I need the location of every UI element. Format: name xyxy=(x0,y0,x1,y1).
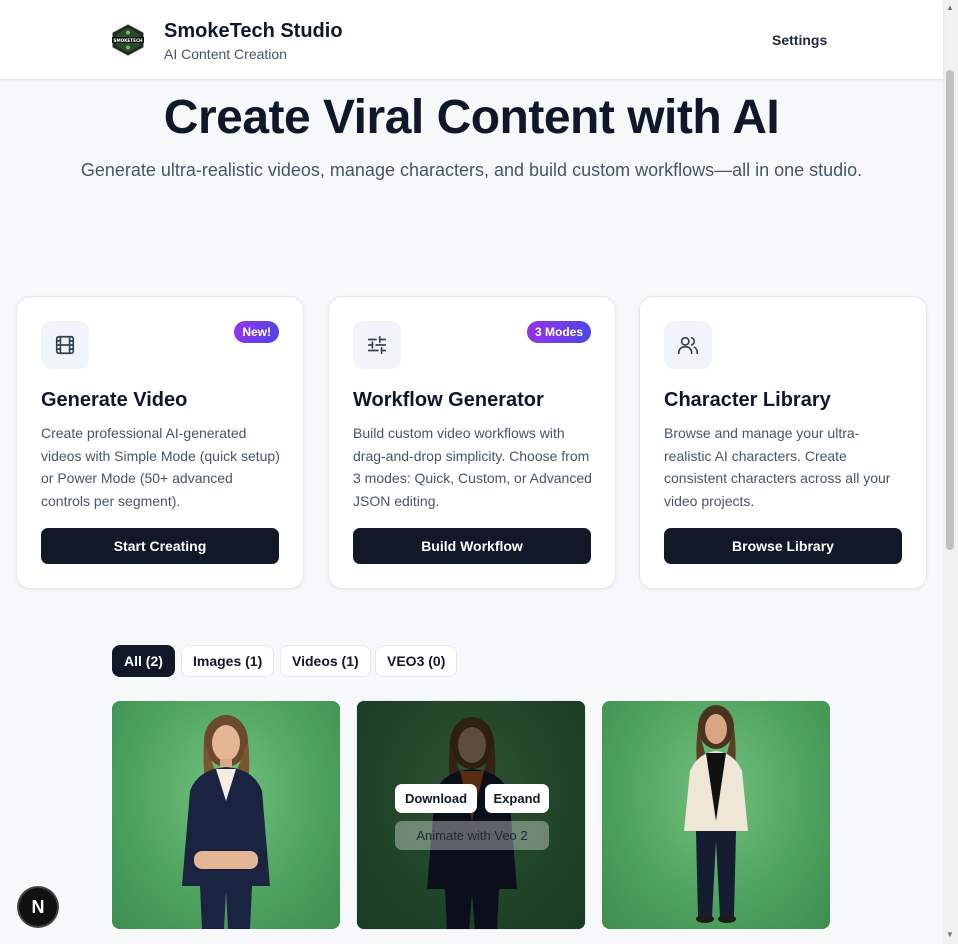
gallery-item-image-1[interactable] xyxy=(112,701,340,929)
woman-navy-suit-image xyxy=(182,715,270,929)
animate-with-veo-button[interactable]: Animate with Veo 2 xyxy=(395,821,549,850)
woman-white-blazer-image xyxy=(684,705,748,923)
settings-link[interactable]: Settings xyxy=(772,32,827,48)
card-character-library: Character Library Browse and manage your… xyxy=(639,296,927,589)
card-description: Browse and manage your ultra-realistic A… xyxy=(664,425,891,509)
browse-library-button[interactable]: Browse Library xyxy=(664,528,902,564)
nextjs-dev-badge[interactable]: N xyxy=(19,888,57,926)
film-icon xyxy=(41,321,89,369)
hero-title: Create Viral Content with AI xyxy=(163,91,780,144)
scroll-down-icon[interactable]: ▼ xyxy=(946,931,954,939)
gallery-item-video-1[interactable]: Download Expand Animate with Veo 2 xyxy=(356,700,586,930)
filter-all[interactable]: All (2) xyxy=(112,645,175,677)
filter-images[interactable]: Images (1) xyxy=(181,645,275,677)
card-title: Character Library xyxy=(664,389,831,411)
scrollbar-thumb[interactable] xyxy=(946,70,954,550)
card-title: Workflow Generator xyxy=(353,389,544,411)
build-workflow-button[interactable]: Build Workflow xyxy=(353,528,591,564)
top-header: SMOKETECH SmokeTech Studio AI Content Cr… xyxy=(0,0,943,80)
users-icon xyxy=(664,321,712,369)
modes-badge: 3 Modes xyxy=(526,321,591,343)
brand-subtitle: AI Content Creation xyxy=(164,46,287,62)
brand-title: SmokeTech Studio xyxy=(164,20,343,42)
smoketech-logo[interactable]: SMOKETECH xyxy=(111,24,145,56)
gallery-item-image-2[interactable] xyxy=(602,701,830,929)
filter-videos[interactable]: Videos (1) xyxy=(280,645,371,677)
sliders-icon xyxy=(353,321,401,369)
new-badge: New! xyxy=(234,321,279,343)
expand-button[interactable]: Expand xyxy=(485,784,549,813)
card-title: Generate Video xyxy=(41,389,188,411)
card-workflow-generator: 3 Modes Workflow Generator Build custom … xyxy=(328,296,616,589)
hover-overlay xyxy=(357,701,585,929)
scroll-up-icon[interactable]: ▲ xyxy=(946,4,954,12)
download-button[interactable]: Download xyxy=(395,784,477,813)
svg-text:SMOKETECH: SMOKETECH xyxy=(113,38,143,43)
card-generate-video: New! Generate Video Create professional … xyxy=(16,296,304,589)
card-description: Create professional AI-generated videos … xyxy=(41,425,280,509)
start-creating-button[interactable]: Start Creating xyxy=(41,528,279,564)
hero-subtitle: Generate ultra-realistic videos, manage … xyxy=(80,160,863,180)
filter-veo3[interactable]: VEO3 (0) xyxy=(375,645,458,677)
card-description: Build custom video workflows with drag-a… xyxy=(353,425,592,509)
